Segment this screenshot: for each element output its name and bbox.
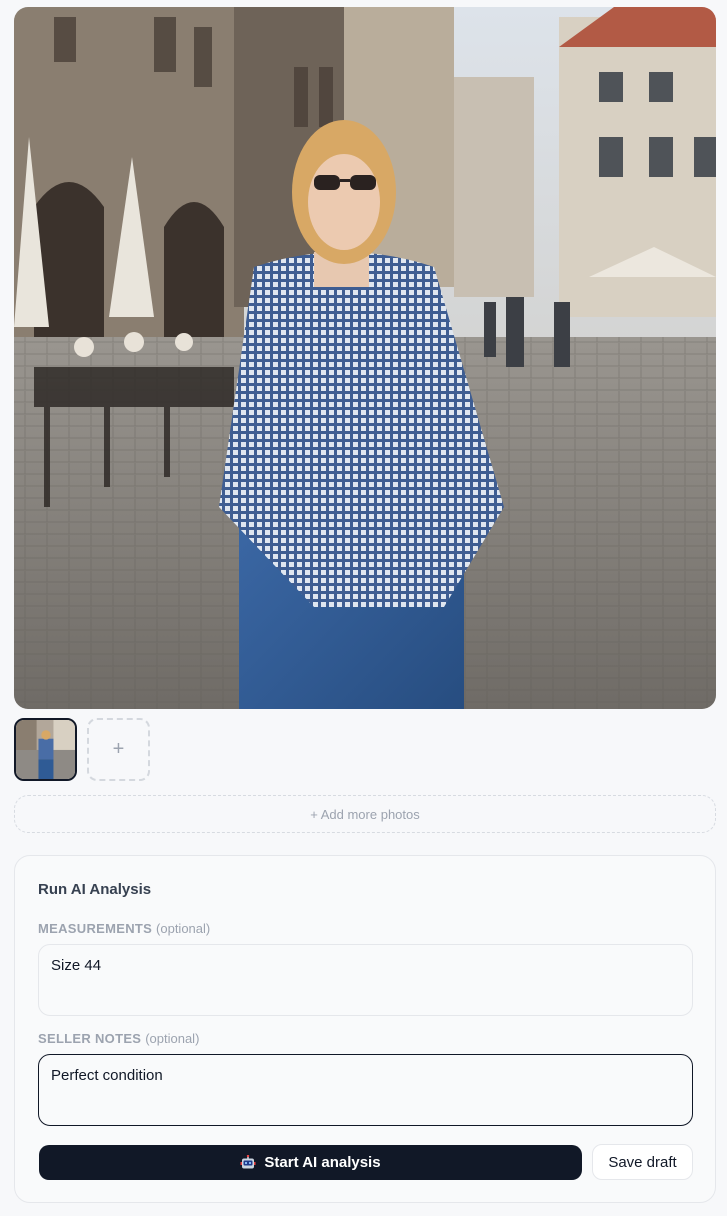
measurements-optional-text: (optional) (156, 921, 211, 936)
measurements-field[interactable]: Size 44 (38, 944, 693, 1016)
seller-notes-label-text: SELLER NOTES (38, 1031, 142, 1046)
seller-notes-field[interactable]: Perfect condition (38, 1054, 693, 1126)
ai-analysis-card: Run AI Analysis MEASUREMENTS (optional) … (14, 855, 716, 1203)
photo-thumbnail-1[interactable] (14, 718, 77, 781)
start-ai-analysis-button[interactable]: Start AI analysis (39, 1145, 582, 1180)
main-product-photo[interactable] (14, 7, 716, 709)
seller-notes-label: SELLER NOTES (optional) (38, 1031, 199, 1046)
seller-notes-optional-text: (optional) (145, 1031, 200, 1046)
save-draft-button[interactable]: Save draft (592, 1144, 693, 1180)
start-ai-analysis-label: Start AI analysis (264, 1154, 381, 1171)
card-title: Run AI Analysis (38, 881, 152, 898)
measurements-label: MEASUREMENTS (optional) (38, 921, 210, 936)
thumbnail-image (16, 720, 75, 779)
add-photo-thumb-button[interactable]: + (87, 718, 150, 781)
robot-icon (240, 1154, 256, 1168)
add-more-photos-button[interactable]: + Add more photos (14, 795, 716, 833)
photo-thumbnails: + (14, 718, 150, 781)
street-photo-image (14, 7, 716, 709)
measurements-label-text: MEASUREMENTS (38, 921, 153, 936)
